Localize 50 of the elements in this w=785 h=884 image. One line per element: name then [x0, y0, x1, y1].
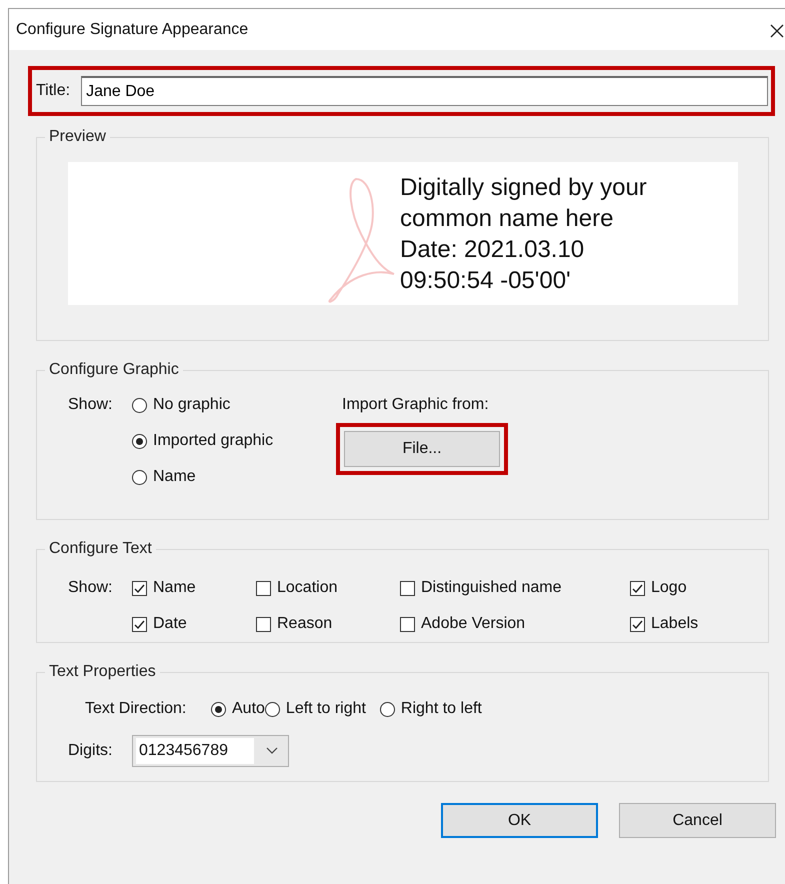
checkbox[interactable]	[400, 616, 415, 632]
preview-text-line: Digitally signed by your	[400, 172, 647, 202]
radio-option[interactable]: Imported graphic	[132, 431, 342, 451]
title-input[interactable]: Jane Doe	[81, 76, 768, 106]
group-title: Configure Text	[48, 540, 153, 558]
radio-button[interactable]	[132, 398, 147, 412]
group-title: Preview	[48, 128, 107, 146]
checkbox-option[interactable]: Labels	[630, 614, 750, 634]
digits-dropdown[interactable]: 0123456789	[132, 735, 289, 767]
checkbox-option[interactable]: Adobe Version	[400, 614, 630, 634]
checkbox[interactable]	[256, 580, 271, 596]
radio-option[interactable]: Left to right	[264, 699, 380, 719]
file-button[interactable]: File...	[344, 431, 500, 467]
radio-button[interactable]	[264, 702, 280, 716]
show-label: Show:	[68, 395, 114, 415]
close-icon[interactable]	[770, 24, 784, 38]
checkbox[interactable]	[630, 616, 645, 632]
digits-label: Digits:	[68, 742, 114, 760]
show-label: Show:	[68, 578, 114, 598]
checkbox-option[interactable]: Location	[256, 578, 400, 598]
checkbox[interactable]	[256, 616, 271, 632]
dialog-button[interactable]: OK	[441, 803, 598, 838]
preview-text-line: common name here	[400, 204, 614, 234]
checkbox-option[interactable]: Distinguished name	[400, 578, 630, 598]
radio-button[interactable]	[211, 702, 226, 716]
radio-option[interactable]: Name	[132, 467, 342, 487]
radio-button[interactable]	[380, 702, 395, 716]
checkbox[interactable]	[630, 580, 645, 596]
radio-button[interactable]	[132, 434, 147, 448]
chevron-down-icon[interactable]	[266, 747, 278, 755]
import-label: Import Graphic from:	[342, 395, 490, 415]
group-title: Text Properties	[48, 663, 157, 681]
group-title: Configure Graphic	[48, 361, 180, 379]
checkbox-option[interactable]: Name	[132, 578, 256, 598]
radio-button[interactable]	[132, 470, 147, 484]
checkbox[interactable]	[400, 580, 415, 596]
preview-text-line: Date: 2021.03.10	[400, 234, 586, 264]
checkbox-option[interactable]: Logo	[630, 578, 750, 598]
checkbox[interactable]	[132, 580, 147, 596]
preview-text-line: 09:50:54 -05'00'	[400, 266, 572, 296]
radio-option[interactable]: Auto	[211, 699, 265, 719]
checkbox[interactable]	[132, 616, 147, 632]
checkbox-option[interactable]: Reason	[256, 614, 400, 634]
window-title: Configure Signature Appearance	[16, 20, 248, 38]
radio-option[interactable]: No graphic	[132, 395, 342, 415]
checkbox-option[interactable]: Date	[132, 614, 256, 634]
title-label: Title:	[36, 82, 70, 100]
text-direction-label: Text Direction:	[85, 700, 188, 718]
dialog-button[interactable]: Cancel	[619, 803, 776, 838]
radio-option[interactable]: Right to left	[380, 699, 548, 719]
